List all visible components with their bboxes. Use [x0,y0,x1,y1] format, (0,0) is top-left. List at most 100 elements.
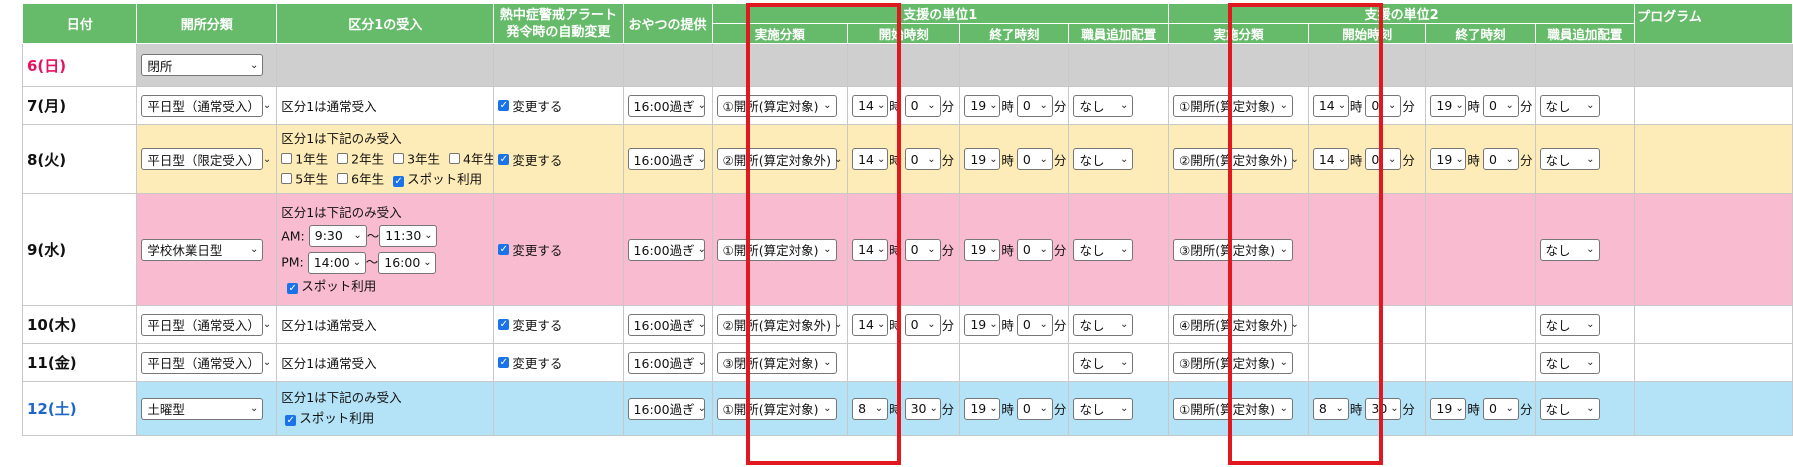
unit2-start-minute-select[interactable]: 0 ⌄ [1365,148,1402,170]
table-row: 12(土) 土曜型 ⌄ 区分1は下記のみ受入 ✓ スポット利用 16:00過ぎ ⌄ ①… [21,381,1793,436]
unit1-end-hour-select[interactable]: 19 ⌄ [964,238,1001,261]
heat-change-checkbox[interactable]: ✓ [498,244,510,255]
unit2-staff-select[interactable]: なし ⌄ [1539,313,1600,336]
grade-checkbox[interactable] [337,173,349,184]
grade-checkbox[interactable] [281,152,293,164]
chevron-down-icon: ⌄ [1387,153,1397,165]
hour-unit: 時 [1467,402,1480,417]
unit2-impl-select[interactable]: ③閉所(算定対象) ⌄ [1173,238,1294,261]
unit1-start-hour-select[interactable]: 14 ⌄ [852,238,889,261]
heat-change-checkbox[interactable]: ✓ [498,153,510,165]
unit1-staff-select[interactable]: なし ⌄ [1073,351,1134,374]
unit1-impl-select[interactable]: ①開所(算定対象) ⌄ [716,94,837,117]
unit1-start-hour-select[interactable]: 8 ⌄ [852,397,889,420]
unit2-start-hour-select[interactable]: 14 ⌄ [1312,148,1349,170]
snack-select[interactable]: 16:00過ぎ ⌄ [627,313,706,336]
unit1-end-minute-select[interactable]: 0 ⌄ [1016,397,1053,420]
unit1-impl-select[interactable]: ①開所(算定対象) ⌄ [716,238,837,261]
unit1-end-minute-select[interactable]: 0 ⌄ [1016,148,1053,170]
unit1-impl-select[interactable]: ②開所(算定対象外) ⌄ [716,148,842,170]
grade-checkbox[interactable] [393,152,405,164]
unit2-staff-select[interactable]: なし ⌄ [1539,148,1600,170]
grade-checkbox[interactable] [337,152,349,164]
chevron-down-icon: ⌄ [1586,403,1595,414]
grade-checkbox[interactable] [281,173,293,184]
unit1-staff-select[interactable]: なし ⌄ [1073,148,1134,170]
unit1-end-minute-select[interactable]: 0 ⌄ [1016,238,1053,261]
unit1-impl-select[interactable]: ①開所(算定対象) ⌄ [716,397,837,420]
snack-select[interactable]: 16:00過ぎ ⌄ [627,351,706,374]
unit1-start-minute-select[interactable]: 30 ⌄ [904,397,941,420]
chevron-down-icon: ⌄ [876,100,886,111]
unit1-start-minute-select[interactable]: 0 ⌄ [904,313,941,336]
unit1-start-hour-select[interactable]: 14 ⌄ [852,313,889,336]
pm-from-select[interactable]: 14:00 ⌄ [307,251,366,274]
unit1-impl-select[interactable]: ③閉所(算定対象) ⌄ [716,351,837,374]
chevron-down-icon: ⌄ [833,319,843,330]
unit2-end-hour-select[interactable]: 19 ⌄ [1430,397,1467,420]
unit2-end-minute-select[interactable]: 0 ⌄ [1482,94,1519,117]
unit1-staff-select[interactable]: なし ⌄ [1073,397,1134,420]
unit1-staff-select[interactable]: なし ⌄ [1073,313,1134,336]
open-type-select[interactable]: 平日型（限定受入） ⌄ [141,148,271,170]
unit2-impl-select[interactable]: ①開所(算定対象) ⌄ [1173,94,1294,117]
unit1-end-minute-select[interactable]: 0 ⌄ [1016,313,1053,336]
grade-checkbox[interactable] [449,152,461,164]
open-type-select[interactable]: 平日型（通常受入） ⌄ [141,313,271,336]
pm-label: PM: [281,254,304,270]
unit2-end-minute-select[interactable]: 0 ⌄ [1482,148,1519,170]
snack-select[interactable]: 16:00過ぎ ⌄ [627,238,706,261]
heat-change-checkbox[interactable]: ✓ [498,319,510,330]
unit1-end-hour-select[interactable]: 19 ⌄ [964,94,1001,117]
open-type-select[interactable]: 学校休業日型 ⌄ [141,238,264,261]
unit2-impl-select[interactable]: ③閉所(算定対象) ⌄ [1173,351,1294,374]
pm-to-select[interactable]: 16:00 ⌄ [378,251,437,274]
open-type-select[interactable]: 平日型（通常受入） ⌄ [141,351,271,374]
snack-select[interactable]: 16:00過ぎ ⌄ [627,148,706,170]
chevron-down-icon: ⌄ [353,230,362,242]
am-to-select[interactable]: 11:30 ⌄ [379,225,438,248]
heat-change-checkbox[interactable]: ✓ [498,100,510,111]
spot-checkbox[interactable]: ✓ [285,415,297,427]
unit2-staff-select[interactable]: なし ⌄ [1539,94,1600,117]
unit2-staff-select[interactable]: なし ⌄ [1539,397,1600,420]
unit1-end-hour-select[interactable]: 19 ⌄ [964,148,1001,170]
spot-checkbox[interactable]: ✓ [287,282,299,294]
unit1-start-minute-select[interactable]: 0 ⌄ [904,148,941,170]
chevron-down-icon: ⌄ [697,403,706,414]
spot-checkbox[interactable]: ✓ [393,176,405,187]
snack-select[interactable]: 16:00過ぎ ⌄ [627,94,706,117]
heat-change-checkbox[interactable]: ✓ [498,357,510,368]
unit1-impl-select[interactable]: ②開所(算定対象外) ⌄ [716,313,842,336]
unit1-end-hour-select[interactable]: 19 ⌄ [964,397,1001,420]
unit2-staff-select[interactable]: なし ⌄ [1539,238,1600,261]
unit2-impl-select[interactable]: ①開所(算定対象) ⌄ [1173,397,1294,420]
unit2-start-hour-select[interactable]: 8 ⌄ [1312,397,1349,420]
unit2-start-minute-select[interactable]: 30 ⌄ [1365,397,1402,420]
unit2-staff-select[interactable]: なし ⌄ [1539,351,1600,374]
unit1-start-hour-select[interactable]: 14 ⌄ [852,148,889,170]
table-row: 8(火) 平日型（限定受入） ⌄ 区分1は下記のみ受入 1年生 2年生 3年生 4… [21,124,1793,194]
chevron-down-icon: ⌄ [262,319,272,330]
unit2-end-hour-select[interactable]: 19 ⌄ [1430,148,1467,170]
unit1-start-minute-select[interactable]: 0 ⌄ [904,94,941,117]
unit1-end-minute-select[interactable]: 0 ⌄ [1016,94,1053,117]
am-from-select[interactable]: 9:30 ⌄ [308,225,367,248]
unit1-staff-select[interactable]: なし ⌄ [1073,238,1134,261]
open-type-select[interactable]: 平日型（通常受入） ⌄ [141,94,271,117]
snack-select[interactable]: 16:00過ぎ ⌄ [627,397,706,420]
unit1-staff-select[interactable]: なし ⌄ [1073,94,1134,117]
unit2-start-hour-select[interactable]: 14 ⌄ [1312,94,1349,117]
unit2-impl-select[interactable]: ④閉所(算定対象外) ⌄ [1173,313,1299,336]
unit2-impl-select[interactable]: ②開所(算定対象外) ⌄ [1173,148,1299,170]
unit1-start-minute-select[interactable]: 0 ⌄ [904,238,941,261]
unit2-start-minute-select[interactable]: 0 ⌄ [1365,94,1402,117]
unit1-end-hour-select[interactable]: 19 ⌄ [964,313,1001,336]
unit1-start-hour-select[interactable]: 14 ⌄ [852,94,889,117]
open-type-select[interactable]: 土曜型 ⌄ [141,397,264,420]
unit2-end-hour-select[interactable]: 19 ⌄ [1430,94,1467,117]
chevron-down-icon: ⌄ [697,319,706,330]
open-type-select[interactable]: 閉所 ⌄ [141,54,264,76]
chevron-down-icon: ⌄ [1505,403,1514,414]
unit2-end-minute-select[interactable]: 0 ⌄ [1482,397,1519,420]
